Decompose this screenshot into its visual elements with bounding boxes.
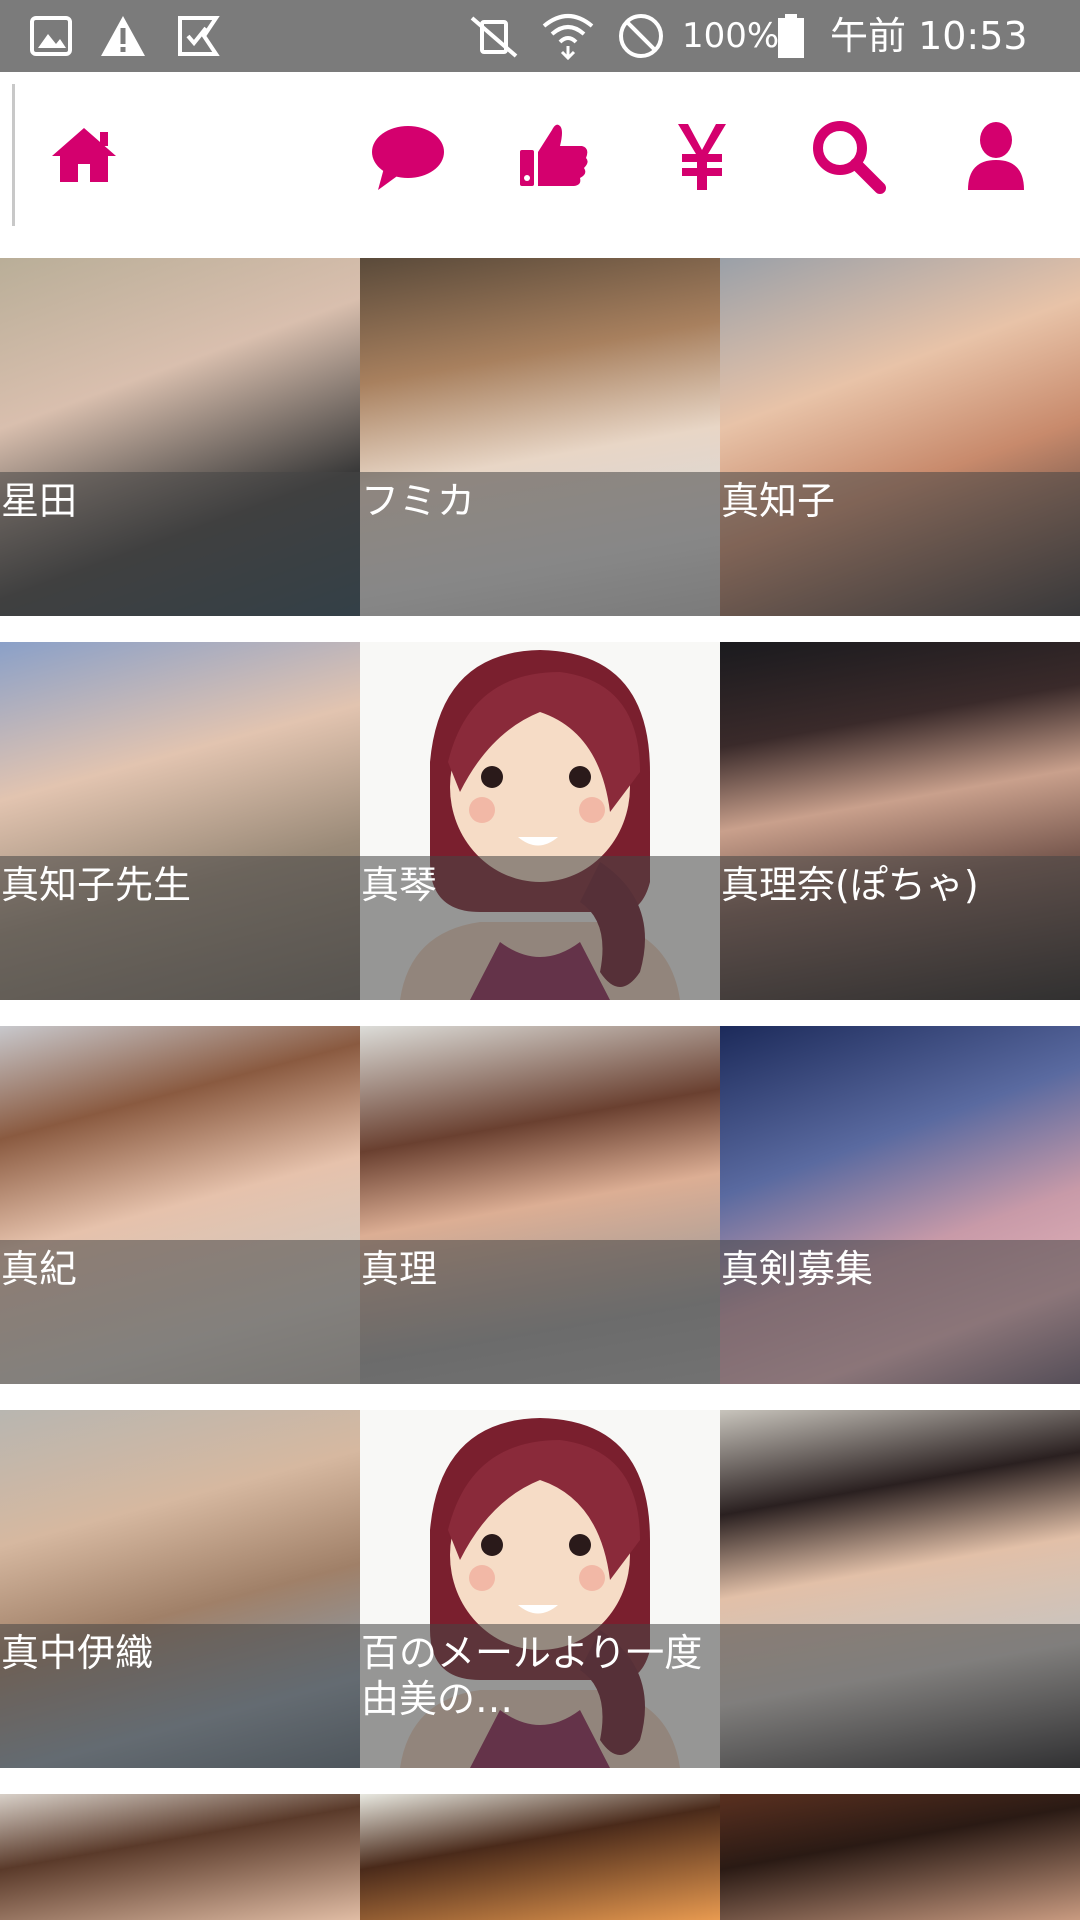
search-button[interactable] [800, 108, 896, 204]
profile-card[interactable] [360, 1794, 720, 1920]
profile-name: 真知子先生 [1, 863, 192, 907]
chat-icon [372, 126, 444, 190]
search-icon [813, 121, 886, 194]
status-bar: 100% 午前 10:53 [0, 0, 1080, 72]
checkmark-icon [178, 16, 220, 56]
thumbs-up-icon [520, 124, 588, 186]
profile-row: 真紀 真理 真剣募集 [0, 1026, 1080, 1384]
warning-icon [101, 16, 145, 56]
profile-name: 真琴 [361, 863, 438, 907]
chat-button[interactable] [360, 108, 456, 204]
profile-card[interactable] [720, 1794, 1080, 1920]
profile-row: 真中伊織 百のメールより一度由美の… [0, 1410, 1080, 1768]
profile-name: 真理奈(ぽちゃ) [721, 863, 979, 907]
vibrate-mute-icon [470, 16, 518, 58]
profile-button[interactable] [948, 108, 1044, 204]
battery-icon [778, 14, 804, 58]
profile-card[interactable]: 真剣募集 [720, 1026, 1080, 1384]
profile-card[interactable]: 真紀 [0, 1026, 360, 1384]
wifi-icon [542, 14, 594, 60]
profile-photo [0, 1794, 360, 1920]
profile-card[interactable]: 真中伊織 [0, 1410, 360, 1768]
profile-card[interactable]: 星田 [0, 258, 360, 616]
profile-name: 真知子 [721, 479, 836, 523]
profile-card[interactable]: フミカ [360, 258, 720, 616]
profile-name: 百のメールより一度由美の… [361, 1631, 703, 1721]
image-icon [30, 16, 72, 56]
profile-card[interactable]: 真琴 [360, 642, 720, 1000]
profile-card[interactable]: 真知子 [720, 258, 1080, 616]
block-icon [619, 14, 663, 58]
clock: 午前 10:53 [830, 14, 1028, 58]
profile-card[interactable]: 真知子先生 [0, 642, 360, 1000]
profile-card[interactable]: 百のメールより一度由美の… [360, 1410, 720, 1768]
profile-name: フミカ [361, 479, 476, 523]
profile-name: 星田 [1, 479, 78, 523]
profile-photo [360, 1794, 720, 1920]
profile-name: 真理 [361, 1247, 438, 1291]
profile-name: 真中伊織 [1, 1631, 154, 1675]
home-icon [52, 128, 116, 182]
profile-photo [720, 1794, 1080, 1920]
yen-icon [678, 124, 726, 190]
profile-name: 真紀 [1, 1247, 78, 1291]
battery-percent: 100% [682, 16, 780, 56]
profile-card[interactable]: 真理 [360, 1026, 720, 1384]
points-button[interactable] [654, 108, 750, 204]
nav-divider [12, 84, 15, 226]
nav-bar [0, 72, 1080, 258]
like-button[interactable] [506, 108, 602, 204]
profile-card[interactable] [0, 1794, 360, 1920]
profile-card[interactable]: 真理奈(ぽちゃ) [720, 642, 1080, 1000]
profile-row: 星田 フミカ 真知子 [0, 258, 1080, 616]
home-button[interactable] [36, 108, 132, 204]
profile-row [0, 1794, 1080, 1920]
profile-name: 真剣募集 [721, 1247, 874, 1291]
profile-icon [968, 122, 1024, 190]
profile-row: 真知子先生 真琴 真理奈(ぽちゃ) [0, 642, 1080, 1000]
profile-card[interactable] [720, 1410, 1080, 1768]
